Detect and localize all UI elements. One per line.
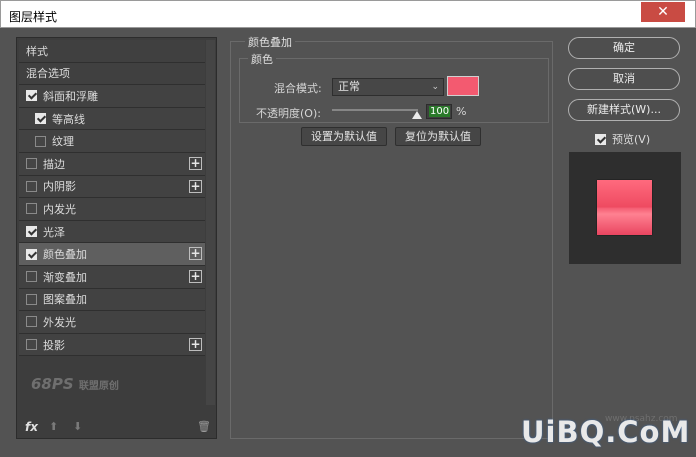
style-item[interactable]: 等高线: [19, 107, 205, 131]
reset-default-button[interactable]: 复位为默认值: [395, 127, 481, 146]
style-checkbox[interactable]: [26, 293, 37, 305]
style-item-label: 渐变叠加: [43, 270, 87, 284]
chevron-down-icon: ⌄: [431, 82, 439, 92]
style-checkbox[interactable]: [26, 271, 37, 283]
style-checkbox[interactable]: [35, 135, 46, 147]
preview-toggle[interactable]: 预览(V): [595, 131, 650, 147]
style-checkbox[interactable]: [26, 226, 37, 238]
add-effect-icon[interactable]: +: [189, 269, 202, 283]
style-checkbox[interactable]: [26, 90, 37, 102]
opacity-unit: %: [456, 105, 467, 118]
group-title: 颜色: [248, 51, 276, 67]
style-preview: [569, 152, 681, 264]
style-item-label: 纹理: [52, 135, 74, 149]
style-item[interactable]: 颜色叠加 +: [19, 243, 205, 266]
cancel-button[interactable]: 取消: [568, 68, 680, 90]
watermark-uibq: UiBQ.CoM: [521, 415, 691, 449]
style-item[interactable]: 内发光: [19, 198, 205, 221]
style-item[interactable]: 斜面和浮雕: [19, 85, 205, 108]
style-checkbox[interactable]: [26, 158, 37, 170]
close-icon[interactable]: ✕: [641, 2, 685, 22]
move-up-icon[interactable]: ⬆: [49, 420, 58, 433]
style-checkbox[interactable]: [26, 316, 37, 328]
styles-bottom-bar: fx ⬆ ⬇ 🗑: [19, 420, 215, 436]
style-item-label: 颜色叠加: [43, 248, 87, 262]
watermark-68ps: 68PS 联盟原创: [31, 375, 119, 393]
style-item-label: 描边: [43, 157, 65, 171]
color-overlay-panel: 颜色叠加 颜色 混合模式: 正常 ⌄ 不透明度(O): 100 % 设置为默认值…: [230, 34, 553, 439]
trash-icon[interactable]: 🗑: [197, 420, 211, 433]
style-item-label: 外发光: [43, 315, 76, 329]
styles-scrollbar[interactable]: [206, 40, 215, 405]
style-item[interactable]: 内阴影 +: [19, 175, 205, 199]
overlay-color-swatch[interactable]: [447, 76, 479, 96]
style-item[interactable]: 图案叠加: [19, 288, 205, 312]
opacity-slider-thumb[interactable]: [412, 111, 422, 119]
style-checkbox[interactable]: [26, 248, 37, 260]
blend-mode-select[interactable]: 正常 ⌄: [332, 78, 444, 96]
color-group: 颜色 混合模式: 正常 ⌄ 不透明度(O): 100 %: [239, 51, 549, 123]
opacity-slider[interactable]: [332, 109, 418, 111]
dialog-body: 样式 混合选项 斜面和浮雕 等高线 纹理 描边 + 内阴影 + 内发光 光泽 颜色叠加 + 渐变叠加 + 图案…: [1, 28, 695, 456]
preview-checkbox[interactable]: [595, 133, 606, 145]
style-item-label: 斜面和浮雕: [43, 89, 98, 103]
style-checkbox[interactable]: [26, 180, 37, 192]
ok-button[interactable]: 确定: [568, 37, 680, 59]
blend-mode-label: 混合模式:: [274, 82, 322, 95]
style-checkbox[interactable]: [26, 339, 37, 351]
styles-list: 样式混合选项斜面和浮雕等高线纹理描边 + 内阴影 + 内发光光泽颜色叠加 + 渐变叠加 + 图案…: [19, 40, 205, 357]
move-down-icon[interactable]: ⬇: [73, 420, 82, 433]
add-effect-icon[interactable]: +: [189, 337, 202, 351]
style-item[interactable]: 描边 +: [19, 152, 205, 176]
style-item[interactable]: 纹理: [19, 130, 205, 153]
style-item-label: 光泽: [43, 225, 65, 239]
fx-menu-icon[interactable]: fx: [25, 420, 38, 434]
add-effect-icon[interactable]: +: [189, 156, 202, 170]
style-item[interactable]: 投影 +: [19, 333, 205, 357]
style-item[interactable]: 样式: [19, 40, 205, 63]
set-default-button[interactable]: 设置为默认值: [301, 127, 387, 146]
opacity-input[interactable]: 100: [426, 104, 452, 119]
new-style-button[interactable]: 新建样式(W)...: [568, 99, 680, 121]
style-item-label: 样式: [26, 44, 48, 58]
style-item[interactable]: 混合选项: [19, 62, 205, 86]
style-item[interactable]: 外发光: [19, 311, 205, 334]
style-item-label: 内发光: [43, 202, 76, 216]
style-item[interactable]: 光泽: [19, 220, 205, 244]
add-effect-icon[interactable]: +: [189, 179, 202, 193]
styles-panel: 样式混合选项斜面和浮雕等高线纹理描边 + 内阴影 + 内发光光泽颜色叠加 + 渐变叠加 + 图案…: [16, 37, 217, 439]
preview-label: 预览(V): [612, 133, 651, 146]
style-item-label: 等高线: [52, 112, 85, 126]
style-item-label: 内阴影: [43, 180, 76, 194]
style-item-label: 投影: [43, 338, 65, 352]
style-item-label: 图案叠加: [43, 293, 87, 307]
style-checkbox[interactable]: [26, 203, 37, 215]
opacity-label: 不透明度(O):: [256, 107, 321, 120]
add-effect-icon[interactable]: +: [189, 247, 202, 261]
preview-thumbnail: [597, 180, 652, 235]
style-item[interactable]: 渐变叠加 +: [19, 265, 205, 289]
style-checkbox[interactable]: [35, 113, 46, 125]
title-bar: 图层样式 ✕: [0, 0, 696, 28]
style-item-label: 混合选项: [26, 67, 70, 81]
section-title: 颜色叠加: [245, 34, 295, 50]
window-title: 图层样式: [9, 10, 58, 24]
